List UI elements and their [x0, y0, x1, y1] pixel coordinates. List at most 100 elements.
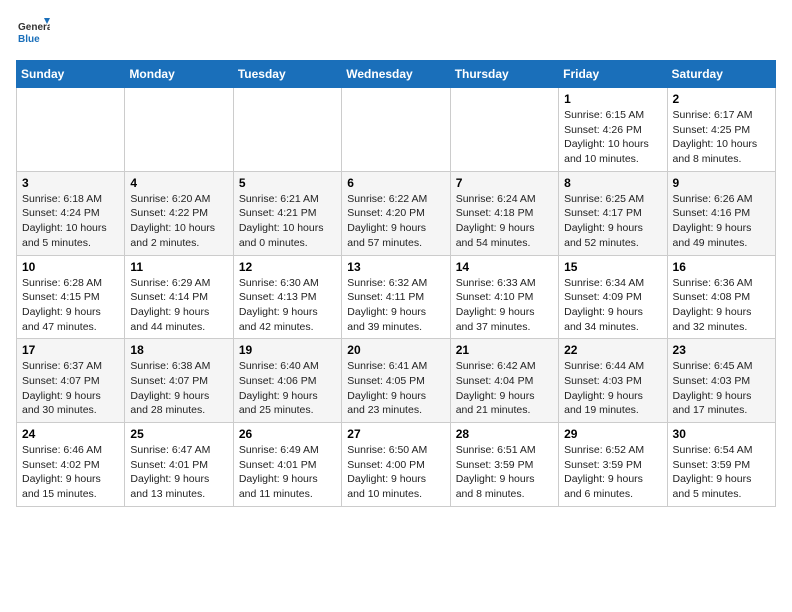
- calendar-cell: 8 Sunrise: 6:25 AMSunset: 4:17 PMDaylight…: [559, 171, 667, 255]
- calendar-cell: 26 Sunrise: 6:49 AMSunset: 4:01 PMDayligh…: [233, 423, 341, 507]
- calendar-header-row: SundayMondayTuesdayWednesdayThursdayFrid…: [17, 61, 776, 88]
- calendar-cell: [17, 88, 125, 172]
- calendar-cell: 4 Sunrise: 6:20 AMSunset: 4:22 PMDaylight…: [125, 171, 233, 255]
- day-info: Sunrise: 6:50 AMSunset: 4:00 PMDaylight:…: [347, 443, 444, 502]
- day-number: 26: [239, 427, 336, 441]
- day-info: Sunrise: 6:21 AMSunset: 4:21 PMDaylight:…: [239, 192, 336, 251]
- day-header-monday: Monday: [125, 61, 233, 88]
- day-number: 23: [673, 343, 770, 357]
- calendar-week-row: 17 Sunrise: 6:37 AMSunset: 4:07 PMDayligh…: [17, 339, 776, 423]
- calendar-cell: 27Sunrise: 6:50 AMSunset: 4:00 PMDayligh…: [342, 423, 450, 507]
- calendar-cell: [450, 88, 558, 172]
- calendar-cell: 25 Sunrise: 6:47 AMSunset: 4:01 PMDayligh…: [125, 423, 233, 507]
- calendar-week-row: 3 Sunrise: 6:18 AMSunset: 4:24 PMDaylight…: [17, 171, 776, 255]
- calendar-cell: 15Sunrise: 6:34 AMSunset: 4:09 PMDayligh…: [559, 255, 667, 339]
- calendar-cell: 20 Sunrise: 6:41 AMSunset: 4:05 PMDayligh…: [342, 339, 450, 423]
- day-info: Sunrise: 6:22 AMSunset: 4:20 PMDaylight:…: [347, 192, 444, 251]
- calendar-cell: 17 Sunrise: 6:37 AMSunset: 4:07 PMDayligh…: [17, 339, 125, 423]
- day-info: Sunrise: 6:20 AMSunset: 4:22 PMDaylight:…: [130, 192, 227, 251]
- day-info: Sunrise: 6:28 AMSunset: 4:15 PMDaylight:…: [22, 276, 119, 335]
- day-number: 5: [239, 176, 336, 190]
- day-number: 1: [564, 92, 661, 106]
- day-number: 22: [564, 343, 661, 357]
- day-info: Sunrise: 6:38 AMSunset: 4:07 PMDaylight:…: [130, 359, 227, 418]
- day-number: 25: [130, 427, 227, 441]
- day-info: Sunrise: 6:46 AMSunset: 4:02 PMDaylight:…: [22, 443, 119, 502]
- calendar-cell: [233, 88, 341, 172]
- day-number: 29: [564, 427, 661, 441]
- day-number: 18: [130, 343, 227, 357]
- day-number: 17: [22, 343, 119, 357]
- day-header-thursday: Thursday: [450, 61, 558, 88]
- day-info: Sunrise: 6:52 AMSunset: 3:59 PMDaylight:…: [564, 443, 661, 502]
- day-info: Sunrise: 6:30 AMSunset: 4:13 PMDaylight:…: [239, 276, 336, 335]
- day-info: Sunrise: 6:17 AMSunset: 4:25 PMDaylight:…: [673, 108, 770, 167]
- calendar-cell: 18 Sunrise: 6:38 AMSunset: 4:07 PMDayligh…: [125, 339, 233, 423]
- calendar-cell: 30 Sunrise: 6:54 AMSunset: 3:59 PMDayligh…: [667, 423, 775, 507]
- day-info: Sunrise: 6:18 AMSunset: 4:24 PMDaylight:…: [22, 192, 119, 251]
- calendar-cell: 19 Sunrise: 6:40 AMSunset: 4:06 PMDayligh…: [233, 339, 341, 423]
- day-info: Sunrise: 6:47 AMSunset: 4:01 PMDaylight:…: [130, 443, 227, 502]
- day-info: Sunrise: 6:15 AMSunset: 4:26 PMDaylight:…: [564, 108, 661, 167]
- day-info: Sunrise: 6:24 AMSunset: 4:18 PMDaylight:…: [456, 192, 553, 251]
- day-number: 8: [564, 176, 661, 190]
- page-header: General Blue: [16, 16, 776, 50]
- calendar-cell: 14 Sunrise: 6:33 AMSunset: 4:10 PMDayligh…: [450, 255, 558, 339]
- calendar-week-row: 1 Sunrise: 6:15 AMSunset: 4:26 PMDaylight…: [17, 88, 776, 172]
- day-number: 6: [347, 176, 444, 190]
- calendar-cell: 22 Sunrise: 6:44 AMSunset: 4:03 PMDayligh…: [559, 339, 667, 423]
- day-number: 19: [239, 343, 336, 357]
- day-info: Sunrise: 6:34 AMSunset: 4:09 PMDaylight:…: [564, 276, 661, 335]
- day-header-sunday: Sunday: [17, 61, 125, 88]
- day-number: 20: [347, 343, 444, 357]
- day-info: Sunrise: 6:33 AMSunset: 4:10 PMDaylight:…: [456, 276, 553, 335]
- calendar-cell: 28Sunrise: 6:51 AMSunset: 3:59 PMDayligh…: [450, 423, 558, 507]
- svg-text:General: General: [18, 22, 50, 33]
- day-number: 14: [456, 260, 553, 274]
- day-info: Sunrise: 6:49 AMSunset: 4:01 PMDaylight:…: [239, 443, 336, 502]
- day-info: Sunrise: 6:36 AMSunset: 4:08 PMDaylight:…: [673, 276, 770, 335]
- calendar-cell: 24Sunrise: 6:46 AMSunset: 4:02 PMDayligh…: [17, 423, 125, 507]
- day-number: 9: [673, 176, 770, 190]
- day-number: 3: [22, 176, 119, 190]
- day-number: 21: [456, 343, 553, 357]
- day-number: 2: [673, 92, 770, 106]
- svg-text:Blue: Blue: [18, 34, 40, 45]
- day-info: Sunrise: 6:40 AMSunset: 4:06 PMDaylight:…: [239, 359, 336, 418]
- day-info: Sunrise: 6:25 AMSunset: 4:17 PMDaylight:…: [564, 192, 661, 251]
- day-info: Sunrise: 6:45 AMSunset: 4:03 PMDaylight:…: [673, 359, 770, 418]
- day-info: Sunrise: 6:54 AMSunset: 3:59 PMDaylight:…: [673, 443, 770, 502]
- calendar-cell: 10Sunrise: 6:28 AMSunset: 4:15 PMDayligh…: [17, 255, 125, 339]
- logo-svg-icon: General Blue: [16, 16, 50, 50]
- day-header-friday: Friday: [559, 61, 667, 88]
- day-info: Sunrise: 6:41 AMSunset: 4:05 PMDaylight:…: [347, 359, 444, 418]
- calendar-cell: 5 Sunrise: 6:21 AMSunset: 4:21 PMDaylight…: [233, 171, 341, 255]
- calendar-cell: 23 Sunrise: 6:45 AMSunset: 4:03 PMDayligh…: [667, 339, 775, 423]
- calendar-cell: 13Sunrise: 6:32 AMSunset: 4:11 PMDayligh…: [342, 255, 450, 339]
- calendar-cell: 7 Sunrise: 6:24 AMSunset: 4:18 PMDaylight…: [450, 171, 558, 255]
- day-info: Sunrise: 6:42 AMSunset: 4:04 PMDaylight:…: [456, 359, 553, 418]
- calendar-cell: 1 Sunrise: 6:15 AMSunset: 4:26 PMDaylight…: [559, 88, 667, 172]
- day-number: 12: [239, 260, 336, 274]
- day-number: 30: [673, 427, 770, 441]
- calendar-week-row: 24Sunrise: 6:46 AMSunset: 4:02 PMDayligh…: [17, 423, 776, 507]
- day-info: Sunrise: 6:37 AMSunset: 4:07 PMDaylight:…: [22, 359, 119, 418]
- day-header-saturday: Saturday: [667, 61, 775, 88]
- calendar-cell: 2 Sunrise: 6:17 AMSunset: 4:25 PMDaylight…: [667, 88, 775, 172]
- day-info: Sunrise: 6:44 AMSunset: 4:03 PMDaylight:…: [564, 359, 661, 418]
- calendar-cell: 29 Sunrise: 6:52 AMSunset: 3:59 PMDayligh…: [559, 423, 667, 507]
- calendar-table: SundayMondayTuesdayWednesdayThursdayFrid…: [16, 60, 776, 507]
- calendar-cell: 6 Sunrise: 6:22 AMSunset: 4:20 PMDaylight…: [342, 171, 450, 255]
- day-info: Sunrise: 6:29 AMSunset: 4:14 PMDaylight:…: [130, 276, 227, 335]
- day-header-wednesday: Wednesday: [342, 61, 450, 88]
- day-number: 7: [456, 176, 553, 190]
- calendar-cell: 3 Sunrise: 6:18 AMSunset: 4:24 PMDaylight…: [17, 171, 125, 255]
- day-number: 4: [130, 176, 227, 190]
- day-number: 28: [456, 427, 553, 441]
- calendar-cell: 11 Sunrise: 6:29 AMSunset: 4:14 PMDayligh…: [125, 255, 233, 339]
- calendar-cell: [342, 88, 450, 172]
- day-number: 11: [130, 260, 227, 274]
- logo: General Blue: [16, 16, 50, 50]
- calendar-cell: 21 Sunrise: 6:42 AMSunset: 4:04 PMDayligh…: [450, 339, 558, 423]
- calendar-cell: 9Sunrise: 6:26 AMSunset: 4:16 PMDaylight…: [667, 171, 775, 255]
